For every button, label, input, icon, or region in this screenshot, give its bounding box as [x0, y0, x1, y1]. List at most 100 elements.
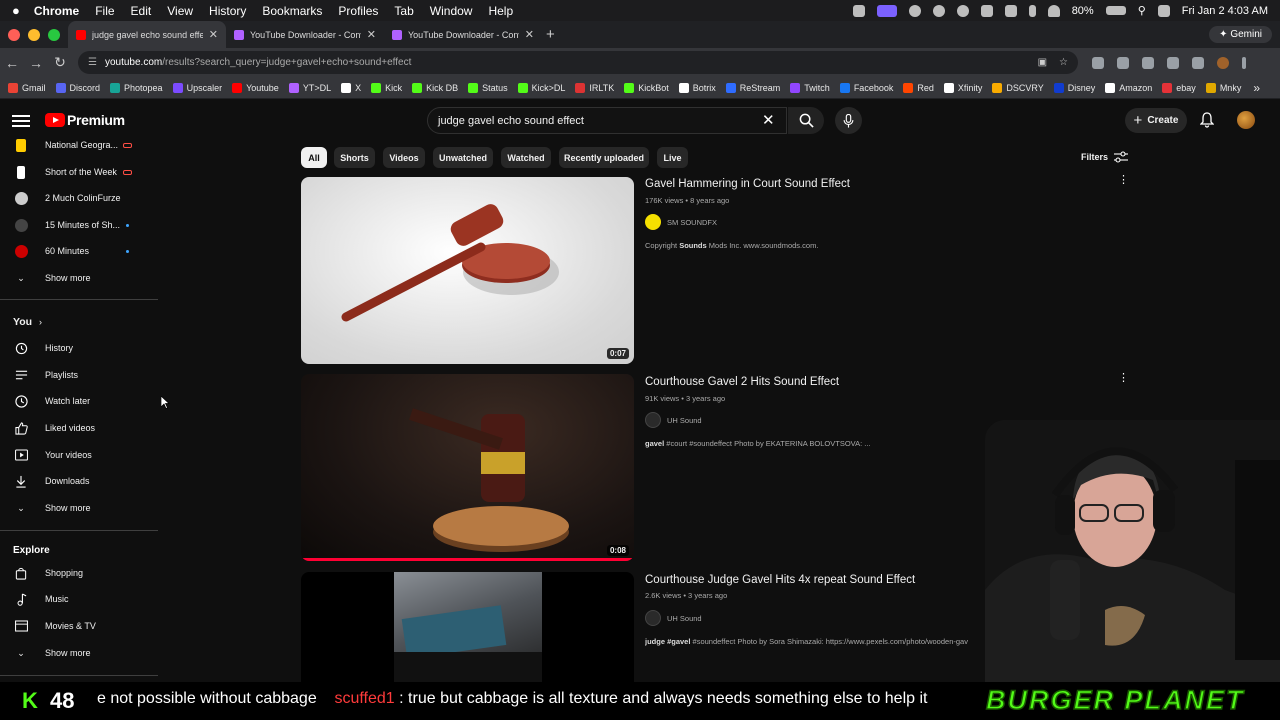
menu-tab[interactable]: Tab [386, 4, 421, 18]
menu-bookmarks[interactable]: Bookmarks [254, 4, 330, 18]
battery-icon[interactable] [1105, 6, 1126, 15]
sidebar-item-playlists[interactable]: Playlists [0, 362, 158, 388]
chip-live[interactable]: Live [657, 147, 688, 168]
spotlight-search-icon[interactable]: ⚲ [1138, 4, 1146, 17]
video-title-link[interactable]: Gavel Hammering in Court Sound Effect [645, 178, 850, 190]
play-icon[interactable] [956, 4, 969, 17]
youtube-logo-icon[interactable] [45, 113, 65, 127]
bookmark-disney[interactable]: Disney [1053, 82, 1095, 93]
bookmark-kick-db[interactable]: Kick DB [412, 82, 458, 93]
notifications-bell-icon[interactable] [1199, 112, 1215, 133]
tab-close-icon[interactable]: ✕ [525, 28, 534, 41]
app-menu-chrome[interactable]: Chrome [28, 4, 87, 18]
bookmark-upscaler[interactable]: Upscaler [172, 82, 222, 93]
download-icon[interactable] [1167, 56, 1179, 69]
sidebar-item-music[interactable]: Music [0, 586, 158, 612]
window-minimize-button[interactable] [28, 28, 40, 41]
browser-tab[interactable]: YouTube Downloader - Conve ✕ [226, 21, 384, 48]
back-icon[interactable]: ← [0, 55, 24, 71]
bookmark-star-icon[interactable]: ☆ [1059, 57, 1068, 68]
bookmark-ebay[interactable]: ebay [1162, 82, 1196, 93]
sidebar-show-more-subscriptions[interactable]: ⌄ Show more [0, 265, 158, 291]
bookmark-gmail[interactable]: Gmail [8, 82, 46, 93]
sidebar-subscription-colinfurze[interactable]: 2 Much ColinFurze [0, 185, 158, 211]
bookmark-photopea[interactable]: Photopea [110, 82, 163, 93]
sidebar-item-downloads[interactable]: Downloads [0, 468, 158, 494]
cast-icon[interactable] [1142, 56, 1154, 69]
bookmark-amazon[interactable]: Amazon [1105, 82, 1152, 93]
menu-edit[interactable]: Edit [123, 4, 160, 18]
video-title-link[interactable]: Courthouse Gavel 2 Hits Sound Effect [645, 376, 839, 388]
window-zoom-button[interactable] [48, 28, 60, 41]
filters-button[interactable]: Filters [1081, 151, 1129, 163]
chip-all[interactable]: All [301, 147, 327, 168]
search-button[interactable] [788, 107, 824, 134]
window-close-button[interactable] [8, 28, 20, 41]
new-tab-button[interactable]: + [546, 26, 555, 43]
bookmark-facebook[interactable]: Facebook [839, 82, 893, 93]
youtube-premium-logo[interactable]: Premium [67, 112, 125, 128]
chip-videos[interactable]: Videos [383, 147, 425, 168]
install-app-icon[interactable]: ▣ [1038, 57, 1047, 68]
bookmark-kick[interactable]: Kick [371, 82, 402, 93]
sidebar-item-your-videos[interactable]: Your videos [0, 442, 158, 468]
sidebar-show-more-you[interactable]: ⌄ Show more [0, 495, 158, 521]
address-bar[interactable]: ☰ youtube.com/results?search_query=judge… [78, 51, 1078, 74]
sidebar-you-heading[interactable]: You › [0, 309, 158, 335]
video-thumbnail[interactable]: 0:08 [301, 374, 634, 561]
video-thumbnail[interactable] [301, 572, 634, 682]
forward-icon[interactable]: → [24, 55, 48, 71]
profile-avatar-icon[interactable] [1217, 56, 1229, 69]
create-button[interactable]: + Create [1125, 108, 1187, 133]
sidebar-show-more-explore[interactable]: ⌄ Show more [0, 640, 158, 666]
volume-icon[interactable] [980, 4, 993, 17]
chrome-menu-icon[interactable] [1242, 56, 1246, 69]
display-icon[interactable] [1004, 4, 1017, 17]
bookmark-mnky[interactable]: Mnky [1205, 82, 1241, 93]
bookmark-x[interactable]: X [341, 82, 361, 93]
shield-extension-icon[interactable] [1092, 56, 1104, 69]
user-avatar[interactable] [1237, 111, 1255, 129]
bookmark-yt-dl[interactable]: YT>DL [288, 82, 331, 93]
browser-tab[interactable]: YouTube Downloader - Conve ✕ [384, 21, 542, 48]
status-grid-icon[interactable] [932, 4, 945, 17]
sidebar-subscription-natgeo[interactable]: National Geogra... [0, 132, 158, 158]
clear-search-icon[interactable]: ✕ [762, 111, 775, 129]
gemini-button[interactable]: ✦ Gemini [1209, 26, 1272, 43]
menu-help[interactable]: Help [480, 4, 521, 18]
tab-close-icon[interactable]: ✕ [367, 28, 376, 41]
menubar-clock[interactable]: Fri Jan 2 4:03 AM [1182, 5, 1268, 17]
sidebar-subscription-short-of-the-week[interactable]: Short of the Week [0, 159, 158, 185]
bookmarks-overflow-icon[interactable]: » [1253, 81, 1260, 95]
menu-profiles[interactable]: Profiles [330, 4, 386, 18]
channel-link[interactable]: SM SOUNDFX [645, 214, 717, 230]
tab-close-icon[interactable]: ✕ [209, 28, 218, 41]
sidebar-item-shopping[interactable]: Shopping [0, 560, 158, 586]
chip-shorts[interactable]: Shorts [334, 147, 375, 168]
menu-history[interactable]: History [201, 4, 254, 18]
control-center-icon[interactable] [1157, 4, 1170, 17]
bookmark-kickbot[interactable]: KickBot [624, 82, 669, 93]
sidebar-subscription-60-minutes[interactable]: 60 Minutes [0, 238, 158, 264]
sidebar-item-history[interactable]: History [0, 335, 158, 361]
status-screen-icon[interactable] [876, 4, 897, 17]
status-app-icon-2[interactable] [908, 4, 921, 17]
browser-tab-active[interactable]: judge gavel echo sound effec ✕ [68, 21, 226, 48]
search-input[interactable]: judge gavel echo sound effect [427, 107, 787, 134]
channel-link[interactable]: UH Sound [645, 610, 702, 626]
bookmark-youtube[interactable]: Youtube [232, 82, 279, 93]
bookmark-kick-dl[interactable]: Kick>DL [517, 82, 565, 93]
voice-search-button[interactable] [835, 107, 862, 134]
sidebar-subscription-15-minutes[interactable]: 15 Minutes of Sh... [0, 212, 158, 238]
bluetooth-icon[interactable] [1028, 4, 1036, 17]
sidebar-item-movies-tv[interactable]: Movies & TV [0, 613, 158, 639]
chip-recently-uploaded[interactable]: Recently uploaded [559, 147, 649, 168]
menu-hamburger-icon[interactable] [12, 112, 30, 128]
more-actions-icon[interactable]: ⋮ [1118, 373, 1129, 384]
sidebar-item-watch-later[interactable]: Watch later [0, 388, 158, 414]
reading-list-icon[interactable] [1192, 56, 1204, 69]
menu-window[interactable]: Window [422, 4, 481, 18]
bookmark-dscvry[interactable]: DSCVRY [992, 82, 1044, 93]
bookmark-restream[interactable]: ReStream [725, 82, 780, 93]
more-actions-icon[interactable]: ⋮ [1118, 175, 1129, 186]
